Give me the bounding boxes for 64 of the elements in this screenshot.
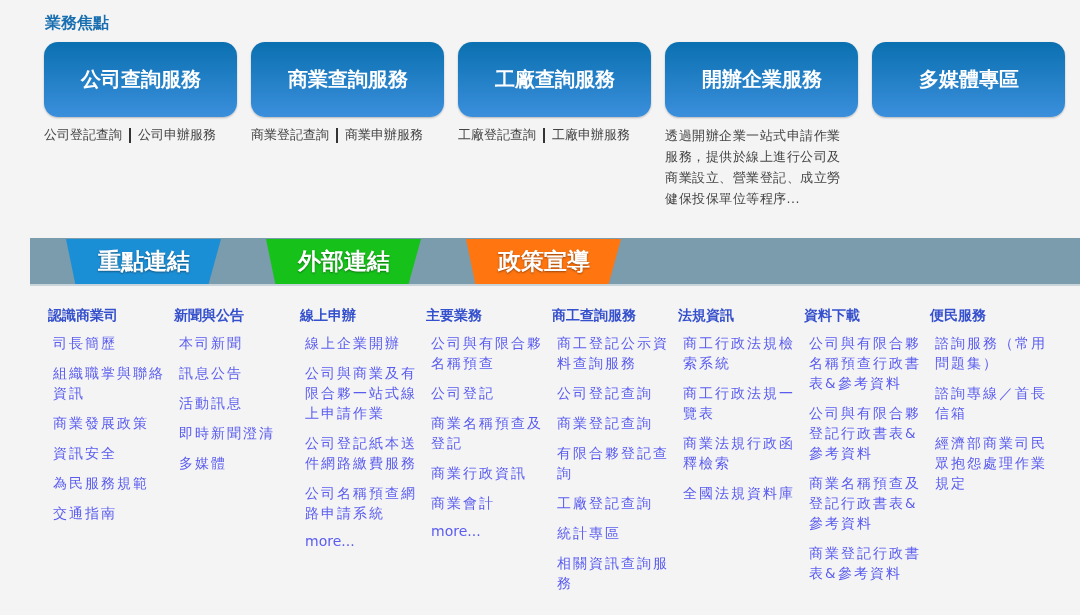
footer-link[interactable]: 商業會計 xyxy=(431,493,543,513)
footer-link[interactable]: 多媒體 xyxy=(179,453,291,473)
service-button[interactable]: 工廠查詢服務 xyxy=(458,42,651,117)
footer-link[interactable]: 交通指南 xyxy=(53,503,165,523)
service-link[interactable]: 工廠申辦服務 xyxy=(551,127,630,144)
footer-link[interactable]: 商業登記查詢 xyxy=(557,413,669,433)
footer-link[interactable]: 商業行政資訊 xyxy=(431,463,543,483)
service-button[interactable]: 開辦企業服務 xyxy=(665,42,858,117)
more-link[interactable]: more... xyxy=(431,523,481,539)
footer-link[interactable]: 活動訊息 xyxy=(179,393,291,413)
footer-link[interactable]: 資訊安全 xyxy=(53,443,165,463)
footer-link[interactable]: 公司與有限合夥名稱預查行政書表&參考資料 xyxy=(809,333,921,393)
footer-link[interactable]: 司長簡歷 xyxy=(53,333,165,353)
link-tab[interactable]: 政策宣導 xyxy=(466,239,621,284)
service-button[interactable]: 商業查詢服務 xyxy=(251,42,444,117)
footer-link[interactable]: 全國法規資料庫 xyxy=(683,483,795,503)
service-link[interactable]: 公司登記查詢 xyxy=(44,127,122,144)
service-button[interactable]: 公司查詢服務 xyxy=(44,42,237,117)
footer-link[interactable]: 相關資訊查詢服務 xyxy=(557,553,669,593)
column-heading: 新聞與公告 xyxy=(174,306,244,324)
column-heading: 認識商業司 xyxy=(48,306,118,324)
footer-link[interactable]: 統計專區 xyxy=(557,523,669,543)
footer-link[interactable]: 商業登記行政書表&參考資料 xyxy=(809,543,921,583)
column-heading: 法規資訊 xyxy=(678,306,734,324)
column-heading: 線上申辦 xyxy=(300,306,356,324)
footer-link[interactable]: 商業名稱預查及登記 xyxy=(431,413,543,453)
service-link[interactable]: 商業登記查詢 xyxy=(251,127,329,144)
more-link[interactable]: more... xyxy=(305,533,355,549)
service-button[interactable]: 多媒體專區 xyxy=(872,42,1065,117)
footer-link[interactable]: 線上企業開辦 xyxy=(305,333,417,353)
footer-link[interactable]: 諮詢服務（常用問題集） xyxy=(935,333,1047,373)
footer-link[interactable]: 訊息公告 xyxy=(179,363,291,383)
column-heading: 便民服務 xyxy=(930,306,986,324)
service-link[interactable]: 工廠登記查詢 xyxy=(458,127,536,144)
footer-link[interactable]: 商業發展政策 xyxy=(53,413,165,433)
column-heading: 資料下載 xyxy=(804,306,860,324)
footer-link[interactable]: 有限合夥登記查詢 xyxy=(557,443,669,483)
footer-link[interactable]: 即時新聞澄清 xyxy=(179,423,291,443)
footer-link[interactable]: 商工登記公示資料查詢服務 xyxy=(557,333,669,373)
footer-link[interactable]: 公司與有限合夥登記行政書表&參考資料 xyxy=(809,403,921,463)
footer-link[interactable]: 為民服務規範 xyxy=(53,473,165,493)
footer-link[interactable]: 公司與商業及有限合夥一站式線上申請作業 xyxy=(305,363,417,423)
footer-link[interactable]: 本司新聞 xyxy=(179,333,291,353)
footer-link[interactable]: 公司登記 xyxy=(431,383,543,403)
column-heading: 主要業務 xyxy=(426,306,482,324)
footer-link[interactable]: 經濟部商業司民眾抱怨處理作業規定 xyxy=(935,433,1047,493)
link-tab[interactable]: 外部連結 xyxy=(266,239,421,284)
service-description: 透過開辦企業一站式申請作業服務，提供於線上進行公司及商業設立、營業登記、成立勞健保投保單位等程序... xyxy=(665,127,842,208)
footer-link[interactable]: 公司名稱預查網路申請系統 xyxy=(305,483,417,523)
link-tab[interactable]: 重點連結 xyxy=(66,239,221,284)
footer-link[interactable]: 公司與有限合夥名稱預查 xyxy=(431,333,543,373)
column-heading: 商工查詢服務 xyxy=(552,306,636,324)
footer-link[interactable]: 商業法規行政函釋檢索 xyxy=(683,433,795,473)
footer-link[interactable]: 商業名稱預查及登記行政書表&參考資料 xyxy=(809,473,921,533)
footer-link[interactable]: 商工行政法規檢索系統 xyxy=(683,333,795,373)
footer-link[interactable]: 諮詢專線／首長信箱 xyxy=(935,383,1047,423)
footer-link[interactable]: 公司登記查詢 xyxy=(557,383,669,403)
footer-link[interactable]: 組織職掌與聯絡資訊 xyxy=(53,363,165,403)
footer-link[interactable]: 商工行政法規一覽表 xyxy=(683,383,795,423)
section-title: 業務焦點 xyxy=(44,12,110,34)
footer-link[interactable]: 工廠登記查詢 xyxy=(557,493,669,513)
service-link[interactable]: 商業申辦服務 xyxy=(344,127,423,144)
service-link[interactable]: 公司申辦服務 xyxy=(137,127,216,144)
footer-link[interactable]: 公司登記紙本送件網路繳費服務 xyxy=(305,433,417,473)
